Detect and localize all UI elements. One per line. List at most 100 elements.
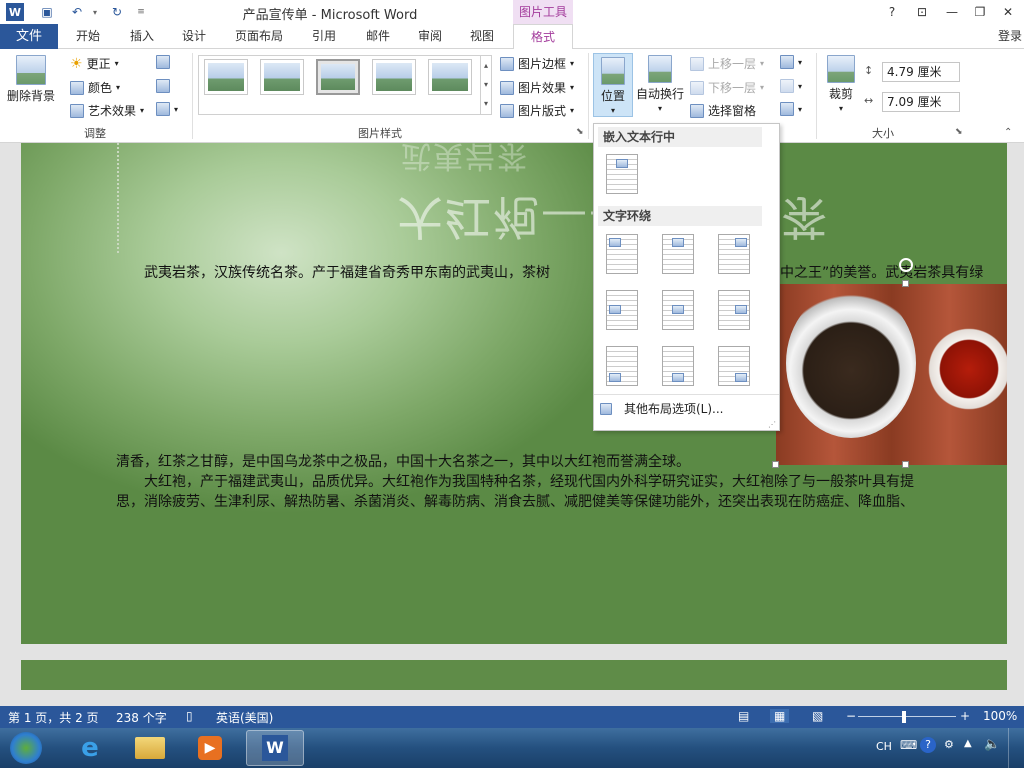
file-explorer-icon[interactable] (122, 730, 178, 766)
language-indicator[interactable]: 英语(美国) (216, 709, 273, 726)
position-button[interactable]: 位置 ▾ (593, 53, 633, 117)
show-desktop-button[interactable] (1008, 728, 1024, 768)
color-button[interactable]: 颜色 ▾ (70, 79, 120, 96)
picture-style-item[interactable] (428, 59, 472, 95)
zoom-in-icon[interactable]: + (960, 709, 970, 723)
position-top-left-option[interactable] (606, 234, 638, 274)
zoom-slider[interactable] (858, 716, 956, 717)
wrap-text-button[interactable]: 自动换行 ▾ (636, 55, 684, 113)
picture-border-icon (500, 56, 514, 71)
help-icon[interactable]: ? (920, 737, 936, 753)
selection-pane-button[interactable]: 选择窗格 (690, 102, 756, 119)
save-icon[interactable]: ▣ (38, 3, 56, 21)
tab-home[interactable]: 开始 (66, 24, 110, 49)
more-layout-options-item[interactable]: 其他布局选项(L)... (600, 400, 724, 417)
picture-effects-button[interactable]: 图片效果 ▾ (500, 79, 574, 96)
help-button[interactable]: ? (880, 3, 904, 21)
tab-view[interactable]: 视图 (460, 24, 504, 49)
resize-grip-icon[interactable]: ⋰ (768, 420, 776, 429)
position-bottom-left-option[interactable] (606, 346, 638, 386)
align-button[interactable]: ▾ (780, 55, 802, 69)
tea-picture[interactable] (776, 284, 1007, 465)
undo-button[interactable]: ↶ (68, 3, 86, 21)
group-button[interactable]: ▾ (780, 79, 802, 93)
position-middle-right-option[interactable] (718, 290, 750, 330)
start-button[interactable] (4, 730, 48, 766)
compress-pictures-button[interactable] (156, 55, 170, 69)
artistic-effects-button[interactable]: 艺术效果 ▾ (70, 102, 144, 119)
word-count[interactable]: 238 个字 (116, 709, 167, 726)
tab-format[interactable]: 格式 (513, 24, 573, 50)
tab-references[interactable]: 引用 (302, 24, 346, 49)
position-top-right-option[interactable] (718, 234, 750, 274)
picture-border-label: 图片边框 (518, 57, 567, 71)
picture-style-item[interactable] (260, 59, 304, 95)
position-bottom-right-option[interactable] (718, 346, 750, 386)
zoom-slider-thumb[interactable] (902, 711, 906, 723)
text-box-border (117, 143, 119, 253)
rotate-button[interactable]: ▾ (780, 102, 802, 116)
position-inline-option[interactable] (606, 154, 638, 194)
reset-picture-button[interactable]: ▾ (156, 102, 178, 116)
redo-button[interactable]: ↻ (108, 3, 126, 21)
print-layout-icon[interactable]: ▦ (770, 709, 790, 723)
picture-border-button[interactable]: 图片边框 ▾ (500, 55, 574, 72)
width-input[interactable]: 7.09 厘米 (882, 92, 960, 112)
crop-button[interactable]: 裁剪 ▾ (822, 55, 860, 113)
document-page-2[interactable] (21, 660, 1007, 690)
windows-taskbar: e ▶ W CH ⌨ ? ⚙ ▲ 🔈 (0, 728, 1024, 768)
remove-background-button[interactable]: 删除背景 (6, 55, 56, 104)
position-middle-center-option[interactable] (662, 290, 694, 330)
minimize-button[interactable]: — (940, 3, 964, 21)
position-bottom-center-option[interactable] (662, 346, 694, 386)
resize-handle[interactable] (902, 461, 909, 468)
resize-handle[interactable] (772, 461, 779, 468)
close-button[interactable]: ✕ (996, 3, 1020, 21)
send-backward-button[interactable]: 下移一层 ▾ (690, 79, 764, 96)
resize-handle[interactable] (902, 280, 909, 287)
tray-settings-icon[interactable]: ⚙ (944, 738, 954, 751)
proofing-icon[interactable]: ▯ (186, 709, 193, 723)
ribbon-display-options-button[interactable]: ⊡ (910, 3, 934, 21)
change-picture-button[interactable] (156, 79, 170, 93)
word-taskbar-button[interactable]: W (246, 730, 304, 766)
collapse-ribbon-icon[interactable]: ⌃ (1004, 127, 1012, 138)
zoom-out-icon[interactable]: − (846, 709, 856, 723)
group-separator (192, 53, 193, 139)
rotate-handle[interactable] (899, 258, 913, 272)
tab-file[interactable]: 文件 (0, 24, 58, 49)
web-layout-icon[interactable]: ▧ (812, 709, 823, 723)
picture-style-item-selected[interactable] (316, 59, 360, 95)
keyboard-icon[interactable]: ⌨ (900, 738, 917, 752)
word-app-icon[interactable]: W (6, 3, 24, 21)
position-top-center-option[interactable] (662, 234, 694, 274)
volume-icon[interactable]: 🔈 (984, 737, 1000, 752)
zoom-level[interactable]: 100% (983, 709, 1017, 723)
tab-review[interactable]: 审阅 (408, 24, 452, 49)
ime-indicator[interactable]: CH (876, 740, 892, 753)
media-player-icon[interactable]: ▶ (182, 730, 238, 766)
gallery-scroll-buttons[interactable]: ▴ ▾ ▾ (480, 56, 491, 114)
picture-style-item[interactable] (204, 59, 248, 95)
page-indicator[interactable]: 第 1 页，共 2 页 (8, 709, 99, 726)
dialog-launcher-icon[interactable]: ⬊ (576, 127, 584, 137)
picture-layout-button[interactable]: 图片版式 ▾ (500, 102, 574, 119)
customize-qat-icon[interactable]: ≡ (132, 3, 150, 21)
maximize-button[interactable]: ❐ (968, 3, 992, 21)
tab-design[interactable]: 设计 (172, 24, 216, 49)
send-backward-label: 下移一层 (708, 81, 757, 95)
tab-insert[interactable]: 插入 (120, 24, 164, 49)
tab-page-layout[interactable]: 页面布局 (228, 24, 290, 49)
internet-explorer-icon[interactable]: e (62, 730, 118, 766)
height-input[interactable]: 4.79 厘米 (882, 62, 960, 82)
bring-forward-button[interactable]: 上移一层 ▾ (690, 55, 764, 72)
dialog-launcher-icon[interactable]: ⬊ (955, 127, 963, 137)
sign-in-link[interactable]: 登录 (998, 24, 1022, 49)
read-mode-icon[interactable]: ▤ (738, 709, 749, 723)
tab-mailings[interactable]: 邮件 (356, 24, 400, 49)
position-middle-left-option[interactable] (606, 290, 638, 330)
corrections-button[interactable]: ☀ 更正 ▾ (70, 55, 119, 72)
picture-style-item[interactable] (372, 59, 416, 95)
undo-dropdown-icon[interactable]: ▾ (86, 3, 104, 21)
show-hidden-icons-icon[interactable]: ▲ (964, 738, 972, 749)
